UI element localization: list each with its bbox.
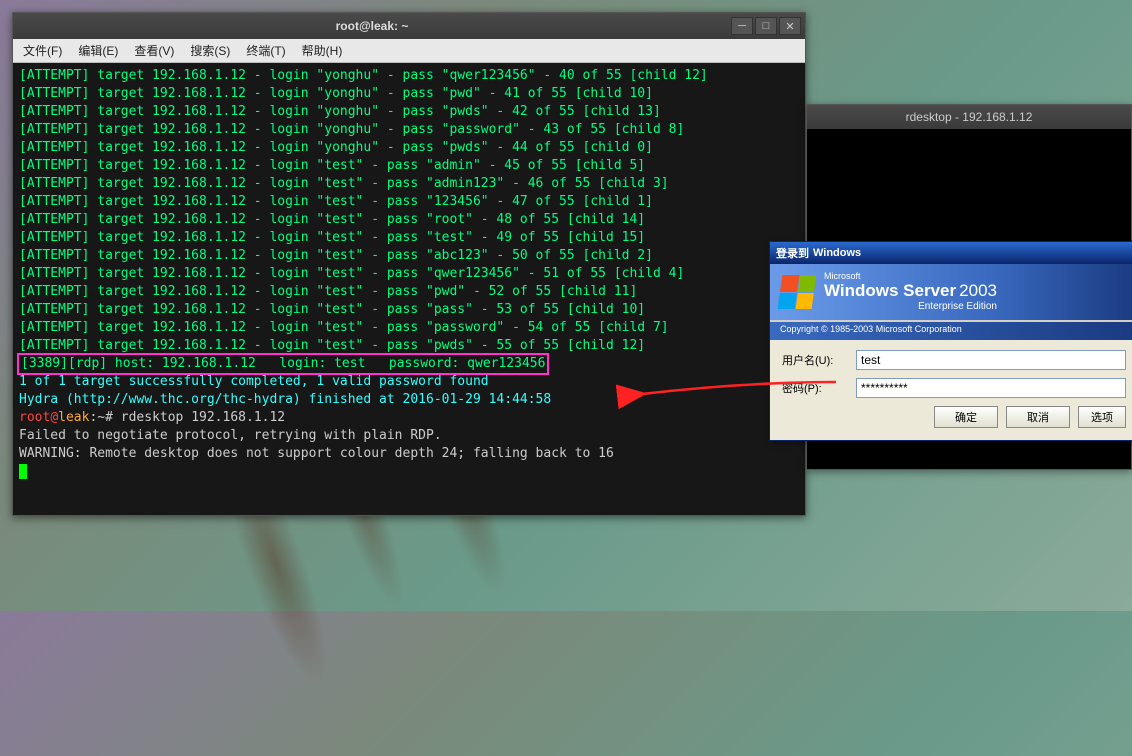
minimize-button[interactable]: ─ <box>731 17 753 35</box>
close-button[interactable]: ✕ <box>779 17 801 35</box>
password-input[interactable] <box>856 378 1126 398</box>
username-input[interactable] <box>856 350 1126 370</box>
prompt-line: root@leak:~# rdesktop 192.168.1.12 <box>19 409 799 427</box>
windows-login-dialog: 登录到 Windows Microsoft Windows Server 200… <box>769 241 1132 441</box>
fail-line: Failed to negotiate protocol, retrying w… <box>19 427 799 445</box>
maximize-button[interactable]: □ <box>755 17 777 35</box>
cancel-button[interactable]: 取消 <box>1006 406 1070 428</box>
attempt-line: [ATTEMPT] target 192.168.1.12 - login "t… <box>19 193 799 211</box>
attempt-line: [ATTEMPT] target 192.168.1.12 - login "y… <box>19 85 799 103</box>
rdesktop-window: rdesktop - 192.168.1.12 登录到 Windows Micr… <box>806 104 1132 470</box>
attempt-line: [ATTEMPT] target 192.168.1.12 - login "t… <box>19 301 799 319</box>
rdesktop-body: 登录到 Windows Microsoft Windows Server 200… <box>807 129 1131 469</box>
username-label: 用户名(U): <box>782 352 848 368</box>
windows-caption[interactable]: 登录到 Windows <box>770 242 1132 264</box>
terminal-output[interactable]: [ATTEMPT] target 192.168.1.12 - login "y… <box>13 63 805 515</box>
windows-copyright: Copyright © 1985-2003 Microsoft Corporat… <box>770 322 1132 340</box>
menu-view[interactable]: 查看(V) <box>128 40 180 61</box>
attempt-line: [ATTEMPT] target 192.168.1.12 - login "t… <box>19 283 799 301</box>
annotation-arrow <box>636 376 846 410</box>
terminal-cursor <box>19 464 27 479</box>
attempt-line: [ATTEMPT] target 192.168.1.12 - login "y… <box>19 103 799 121</box>
terminal-titlebar[interactable]: root@leak: ~ ─ □ ✕ <box>13 13 805 39</box>
terminal-title: root@leak: ~ <box>13 19 731 33</box>
window-controls: ─ □ ✕ <box>731 17 805 35</box>
attempt-line: [ATTEMPT] target 192.168.1.12 - login "t… <box>19 229 799 247</box>
options-button[interactable]: 选项 <box>1078 406 1126 428</box>
found-line: [3389][rdp] host: 192.168.1.12 login: te… <box>19 355 799 373</box>
rdesktop-title-text: rdesktop - 192.168.1.12 <box>906 110 1033 124</box>
windows-banner: Microsoft Windows Server 2003 Enterprise… <box>770 264 1132 322</box>
menu-edit[interactable]: 编辑(E) <box>72 40 124 61</box>
attempt-line: [ATTEMPT] target 192.168.1.12 - login "t… <box>19 319 799 337</box>
attempt-line: [ATTEMPT] target 192.168.1.12 - login "y… <box>19 139 799 157</box>
attempt-line: [ATTEMPT] target 192.168.1.12 - login "t… <box>19 337 799 355</box>
attempt-line: [ATTEMPT] target 192.168.1.12 - login "y… <box>19 121 799 139</box>
windows-logo-icon <box>778 275 817 309</box>
windows-brand: Microsoft Windows Server 2003 Enterprise… <box>824 272 997 312</box>
menu-file[interactable]: 文件(F) <box>17 40 68 61</box>
attempt-line: [ATTEMPT] target 192.168.1.12 - login "t… <box>19 247 799 265</box>
brand-year: 2003 <box>959 281 997 300</box>
ok-button[interactable]: 确定 <box>934 406 998 428</box>
terminal-window: root@leak: ~ ─ □ ✕ 文件(F) 编辑(E) 查看(V) 搜索(… <box>12 12 806 516</box>
rdesktop-titlebar[interactable]: rdesktop - 192.168.1.12 <box>807 105 1131 129</box>
brand-big: Windows Server <box>824 281 956 300</box>
menu-terminal[interactable]: 终端(T) <box>240 40 291 61</box>
attempt-line: [ATTEMPT] target 192.168.1.12 - login "t… <box>19 175 799 193</box>
menu-search[interactable]: 搜索(S) <box>184 40 236 61</box>
attempt-line: [ATTEMPT] target 192.168.1.12 - login "t… <box>19 265 799 283</box>
windows-caption-prefix: 登录到 <box>776 245 809 261</box>
attempt-line: [ATTEMPT] target 192.168.1.12 - login "t… <box>19 157 799 175</box>
attempt-line: [ATTEMPT] target 192.168.1.12 - login "t… <box>19 211 799 229</box>
windows-caption-text: Windows <box>813 247 861 259</box>
attempt-line: [ATTEMPT] target 192.168.1.12 - login "y… <box>19 67 799 85</box>
terminal-menubar: 文件(F) 编辑(E) 查看(V) 搜索(S) 终端(T) 帮助(H) <box>13 39 805 63</box>
menu-help[interactable]: 帮助(H) <box>296 40 349 61</box>
warn-line: WARNING: Remote desktop does not support… <box>19 445 799 463</box>
brand-edition: Enterprise Edition <box>824 301 997 312</box>
